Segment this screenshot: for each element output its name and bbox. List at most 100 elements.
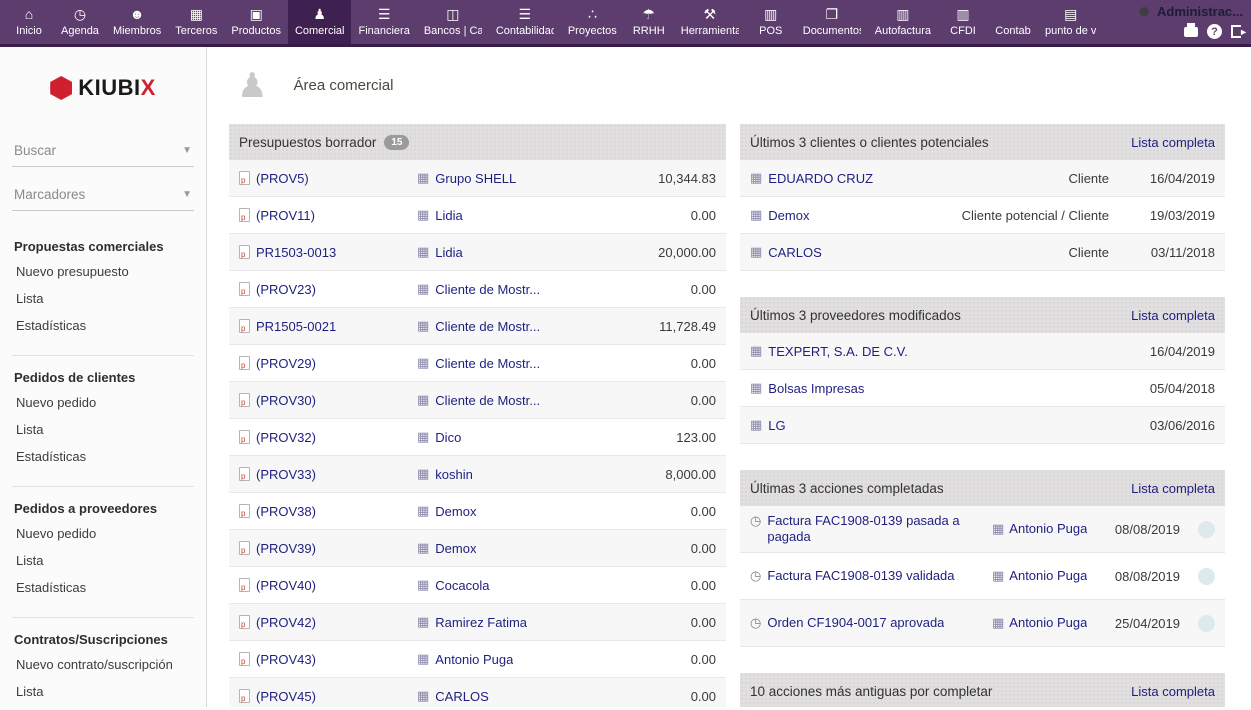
company-link[interactable]: koshin: [435, 467, 473, 482]
company-icon: [417, 651, 429, 667]
table-row: TEXPERT, S.A. DE C.V. 16/04/2019: [740, 333, 1225, 370]
supplier-link[interactable]: Bolsas Impresas: [768, 381, 864, 396]
proposal-ref-link[interactable]: (PROV40): [256, 578, 316, 593]
sidebar-section-title[interactable]: Pedidos de clientes: [14, 370, 192, 385]
company-link[interactable]: Cliente de Mostr...: [435, 282, 540, 297]
company-link[interactable]: Cliente de Mostr...: [435, 319, 540, 334]
sidebar-item[interactable]: Lista: [16, 553, 192, 568]
proposal-ref-link[interactable]: (PROV23): [256, 282, 316, 297]
company-link[interactable]: Antonio Puga: [435, 652, 513, 667]
user-name: Administrac...: [1157, 4, 1243, 19]
client-link[interactable]: EDUARDO CRUZ: [768, 171, 873, 186]
clients-full-list-link[interactable]: Lista completa: [1131, 135, 1215, 150]
topnav-item[interactable]: ☰ Contabilidad: [489, 0, 561, 44]
company-link[interactable]: Demox: [435, 504, 476, 519]
kiubix-logo: KIUBIX: [12, 75, 194, 101]
latest-clients-title: Últimos 3 clientes o clientes potenciale…: [750, 135, 989, 150]
company-icon: [417, 540, 429, 556]
proposal-ref-link[interactable]: (PROV30): [256, 393, 316, 408]
proposal-ref-link[interactable]: (PROV29): [256, 356, 316, 371]
actions-full-list-link[interactable]: Lista completa: [1131, 481, 1215, 496]
topnav-item[interactable]: ☰ Financiera: [351, 0, 416, 44]
company-icon: [417, 392, 429, 408]
sidebar-item[interactable]: Lista: [16, 422, 192, 437]
topnav-item[interactable]: ▥ POS: [746, 0, 796, 44]
logout-icon[interactable]: [1231, 25, 1241, 38]
topnav-item[interactable]: ▥ CFDI: [938, 0, 988, 44]
proposal-ref-link[interactable]: (PROV11): [256, 208, 315, 223]
sidebar-item[interactable]: Estadísticas: [16, 318, 192, 333]
sidebar-item[interactable]: Estadísticas: [16, 580, 192, 595]
company-icon: [750, 207, 762, 223]
action-user-link[interactable]: Antonio Puga: [1009, 568, 1087, 584]
topnav-item[interactable]: ❐ Documentos: [796, 0, 868, 44]
proposal-ref-link[interactable]: (PROV45): [256, 689, 316, 704]
company-link[interactable]: Cliente de Mostr...: [435, 393, 540, 408]
supplier-link[interactable]: LG: [768, 418, 785, 433]
proposal-ref-link[interactable]: (PROV39): [256, 541, 316, 556]
bookmarks-dropdown[interactable]: Marcadores ▼: [12, 181, 194, 211]
topnav-item[interactable]: ▥ Autofactura: [868, 0, 938, 44]
proposal-ref-link[interactable]: (PROV5): [256, 171, 309, 186]
clock-icon: [750, 568, 761, 584]
topnav-item[interactable]: ◫ Bancos | Ca: [417, 0, 489, 44]
amount-value: 11,728.49: [616, 319, 716, 334]
client-link[interactable]: Demox: [768, 208, 809, 223]
topnav-item[interactable]: ◷ Agenda: [54, 0, 106, 44]
company-link[interactable]: Ramirez Fatima: [435, 615, 527, 630]
action-link[interactable]: Orden CF1904-0017 aprovada: [767, 615, 944, 631]
sidebar-item[interactable]: Lista: [16, 684, 192, 699]
proposal-ref-link[interactable]: PR1505-0021: [256, 319, 336, 334]
pending-full-list-link[interactable]: Lista completa: [1131, 684, 1215, 699]
proposal-ref-link[interactable]: PR1503-0013: [256, 245, 336, 260]
topnav-item[interactable]: ☻ Miembros: [106, 0, 168, 44]
action-user-link[interactable]: Antonio Puga: [1009, 521, 1087, 537]
search-dropdown[interactable]: Buscar ▼: [12, 137, 194, 167]
topnav-item[interactable]: ▣ Productos: [224, 0, 288, 44]
topnav-item[interactable]: ▤ punto de v: [1038, 0, 1103, 44]
sidebar-section-title[interactable]: Contratos/Suscripciones: [14, 632, 192, 647]
topnav-item[interactable]: ∴ Proyectos: [561, 0, 624, 44]
company-link[interactable]: Dico: [435, 430, 461, 445]
company-link[interactable]: Cocacola: [435, 578, 489, 593]
sidebar-item[interactable]: Nuevo pedido: [16, 526, 192, 541]
sidebar-item[interactable]: Lista: [16, 291, 192, 306]
action-user-link[interactable]: Antonio Puga: [1009, 615, 1087, 631]
topnav-item[interactable]: ☂ RRHH: [624, 0, 674, 44]
topnav-item[interactable]: ⚒ Herramientas: [674, 0, 746, 44]
company-link[interactable]: CARLOS: [435, 689, 488, 704]
help-icon[interactable]: [1207, 24, 1222, 39]
company-link[interactable]: Lidia: [435, 245, 462, 260]
topnav-item[interactable]: ⌂ Inicio: [4, 0, 54, 44]
sidebar-item[interactable]: Nuevo presupuesto: [16, 264, 192, 279]
proposal-ref-link[interactable]: (PROV43): [256, 652, 316, 667]
sidebar-item[interactable]: Nuevo pedido: [16, 395, 192, 410]
sidebar-item[interactable]: Estadísticas: [16, 449, 192, 464]
company-icon: [992, 568, 1004, 584]
table-row: (PROV38) Demox 0.00: [229, 493, 726, 530]
company-link[interactable]: Cliente de Mostr...: [435, 356, 540, 371]
topnav-item[interactable]: Contab: [988, 0, 1038, 44]
proposal-ref-link[interactable]: (PROV38): [256, 504, 316, 519]
proposal-ref-link[interactable]: (PROV33): [256, 467, 316, 482]
company-link[interactable]: Grupo SHELL: [435, 171, 516, 186]
supplier-link[interactable]: TEXPERT, S.A. DE C.V.: [768, 344, 907, 359]
company-link[interactable]: Demox: [435, 541, 476, 556]
topnav-item[interactable]: ▦ Terceros: [168, 0, 224, 44]
table-row: (PROV43) Antonio Puga 0.00: [229, 641, 726, 678]
sidebar-section-title[interactable]: Pedidos a proveedores: [14, 501, 192, 516]
action-link[interactable]: Factura FAC1908-0139 validada: [767, 568, 954, 584]
sidebar-section-title[interactable]: Propuestas comerciales: [14, 239, 192, 254]
sidebar-item[interactable]: Nuevo contrato/suscripción: [16, 657, 192, 672]
company-link[interactable]: Lidia: [435, 208, 462, 223]
print-icon[interactable]: [1184, 27, 1198, 37]
proposal-ref-link[interactable]: (PROV42): [256, 615, 316, 630]
proposal-ref-link[interactable]: (PROV32): [256, 430, 316, 445]
suppliers-full-list-link[interactable]: Lista completa: [1131, 308, 1215, 323]
client-link[interactable]: CARLOS: [768, 245, 821, 260]
draft-proposals-header: Presupuestos borrador 15: [229, 124, 726, 160]
sidebar: KIUBIX Buscar ▼ Marcadores ▼ Propuestas …: [0, 47, 207, 707]
topnav-item[interactable]: ♟ Comercial: [288, 0, 352, 44]
action-link[interactable]: Factura FAC1908-0139 pasada a pagada: [767, 513, 984, 546]
user-login[interactable]: ☻ Administrac...: [1136, 3, 1243, 20]
